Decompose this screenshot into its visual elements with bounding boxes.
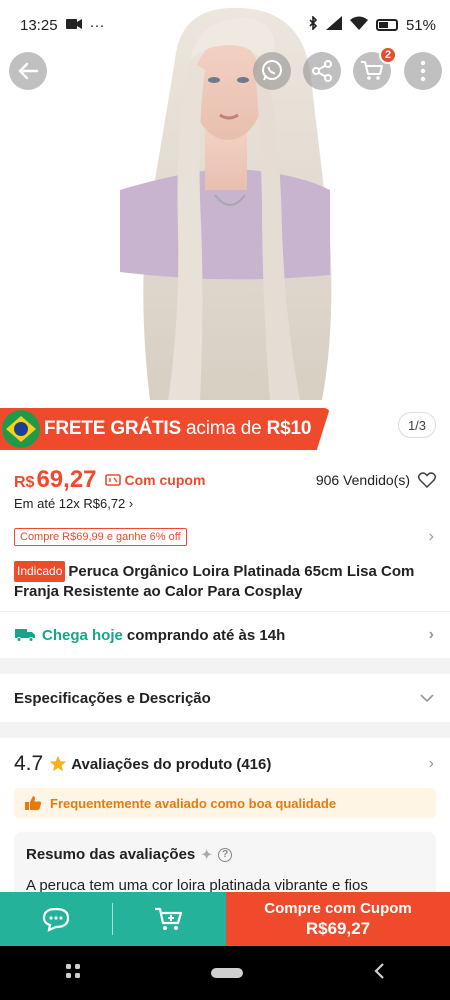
more-dots-icon: ··· bbox=[89, 16, 105, 34]
reviews-count: (416) bbox=[236, 755, 272, 773]
chat-button[interactable] bbox=[0, 892, 112, 946]
delivery-text: comprando até às 14h bbox=[126, 626, 286, 644]
free-shipping-amount: R$10 bbox=[266, 418, 312, 439]
whatsapp-icon bbox=[262, 60, 282, 81]
price: R$ 69,27 bbox=[14, 466, 97, 494]
video-icon bbox=[65, 17, 82, 34]
truck-icon bbox=[15, 629, 35, 642]
installments-link[interactable]: Em até 12x R$6,72 › bbox=[14, 496, 133, 511]
arrow-left-icon bbox=[18, 62, 39, 80]
chevron-right-icon[interactable]: › bbox=[429, 528, 434, 546]
status-time: 13:25 bbox=[20, 16, 58, 34]
rating-value: 4.7 bbox=[14, 752, 44, 775]
free-shipping-label: FRETE GRÁTIS bbox=[44, 418, 181, 439]
free-shipping-condition: acima de bbox=[186, 418, 262, 439]
whatsapp-share-button[interactable] bbox=[253, 52, 291, 90]
specs-label: Especificações e Descrição bbox=[14, 689, 211, 707]
section-gap bbox=[0, 658, 450, 674]
back-button[interactable] bbox=[9, 52, 47, 90]
back-nav-button[interactable] bbox=[373, 962, 385, 985]
help-icon[interactable]: ? bbox=[218, 847, 233, 862]
chevron-left-icon bbox=[374, 962, 384, 979]
quality-note: Frequentemente avaliado como boa qualida… bbox=[14, 788, 436, 818]
cart-button[interactable]: 2 bbox=[353, 46, 397, 90]
star-icon bbox=[50, 755, 67, 772]
price-row: R$ 69,27 Com cupom 906 Vendido(s) bbox=[14, 466, 436, 494]
add-to-cart-button[interactable] bbox=[113, 892, 225, 946]
coupon-label: Com cupom bbox=[124, 472, 206, 488]
review-summary-title: Resumo das avaliações bbox=[26, 846, 196, 863]
chevron-down-icon bbox=[420, 689, 434, 707]
reviews-header[interactable]: 4.7 Avaliações do produto (416) › bbox=[14, 746, 436, 782]
grid-icon bbox=[66, 963, 80, 978]
thumbs-up-icon bbox=[25, 796, 42, 810]
cart-add-icon bbox=[155, 907, 183, 930]
reviews-label: Avaliações do produto bbox=[71, 755, 233, 773]
price-value: 69,27 bbox=[36, 466, 97, 493]
home-button[interactable] bbox=[211, 968, 243, 978]
action-bar: Compre com Cupom R$69,27 bbox=[0, 892, 450, 946]
brazil-flag-icon bbox=[2, 410, 40, 448]
more-options-button[interactable] bbox=[404, 52, 442, 90]
bluetooth-icon bbox=[308, 15, 318, 34]
product-title: Indicado Peruca Orgânico Loira Platinada … bbox=[14, 561, 436, 601]
image-pager: 1/3 bbox=[398, 412, 436, 438]
specs-row[interactable]: Especificações e Descrição bbox=[0, 674, 450, 722]
free-shipping-banner: FRETE GRÁTIS acima de R$10 bbox=[0, 408, 330, 450]
chat-icon bbox=[42, 907, 70, 932]
buy-with-coupon-button[interactable]: Compre com Cupom R$69,27 bbox=[226, 892, 450, 946]
battery-level: 51% bbox=[405, 16, 436, 34]
coupon-tag: Com cupom bbox=[104, 472, 206, 488]
battery-icon bbox=[375, 19, 398, 31]
signal-icon bbox=[325, 16, 342, 34]
wifi-icon bbox=[349, 16, 368, 34]
promo-badge[interactable]: Compre R$69,99 e ganhe 6% off bbox=[14, 528, 187, 546]
cart-icon bbox=[361, 61, 383, 80]
delivery-row[interactable]: Chega hoje comprando até às 14h › bbox=[0, 612, 450, 658]
heart-icon[interactable] bbox=[418, 472, 436, 488]
delivery-highlight: Chega hoje bbox=[42, 626, 123, 644]
sparkle-icon: ✦ bbox=[201, 846, 213, 862]
chevron-right-icon: › bbox=[428, 626, 434, 643]
recent-apps-button[interactable] bbox=[65, 963, 81, 984]
chevron-right-icon: › bbox=[428, 755, 434, 772]
section-gap bbox=[0, 722, 450, 738]
recommended-badge: Indicado bbox=[14, 561, 66, 582]
share-icon bbox=[312, 60, 332, 82]
coupon-icon bbox=[104, 474, 121, 486]
share-button[interactable] bbox=[303, 52, 341, 90]
status-bar: 13:25 ··· 51% bbox=[0, 0, 450, 50]
quality-note-text: Frequentemente avaliado como boa qualida… bbox=[50, 795, 337, 811]
system-nav-bar bbox=[0, 946, 450, 1000]
product-title-text: Peruca Orgânico Loira Platinada 65cm Lis… bbox=[14, 563, 415, 600]
buy-button-price: R$69,27 bbox=[305, 918, 371, 938]
sold-count: 906 Vendido(s) bbox=[315, 472, 410, 488]
price-currency: R$ bbox=[14, 474, 35, 491]
vertical-dots-icon bbox=[420, 60, 426, 82]
buy-button-label: Compre com Cupom bbox=[264, 899, 412, 917]
